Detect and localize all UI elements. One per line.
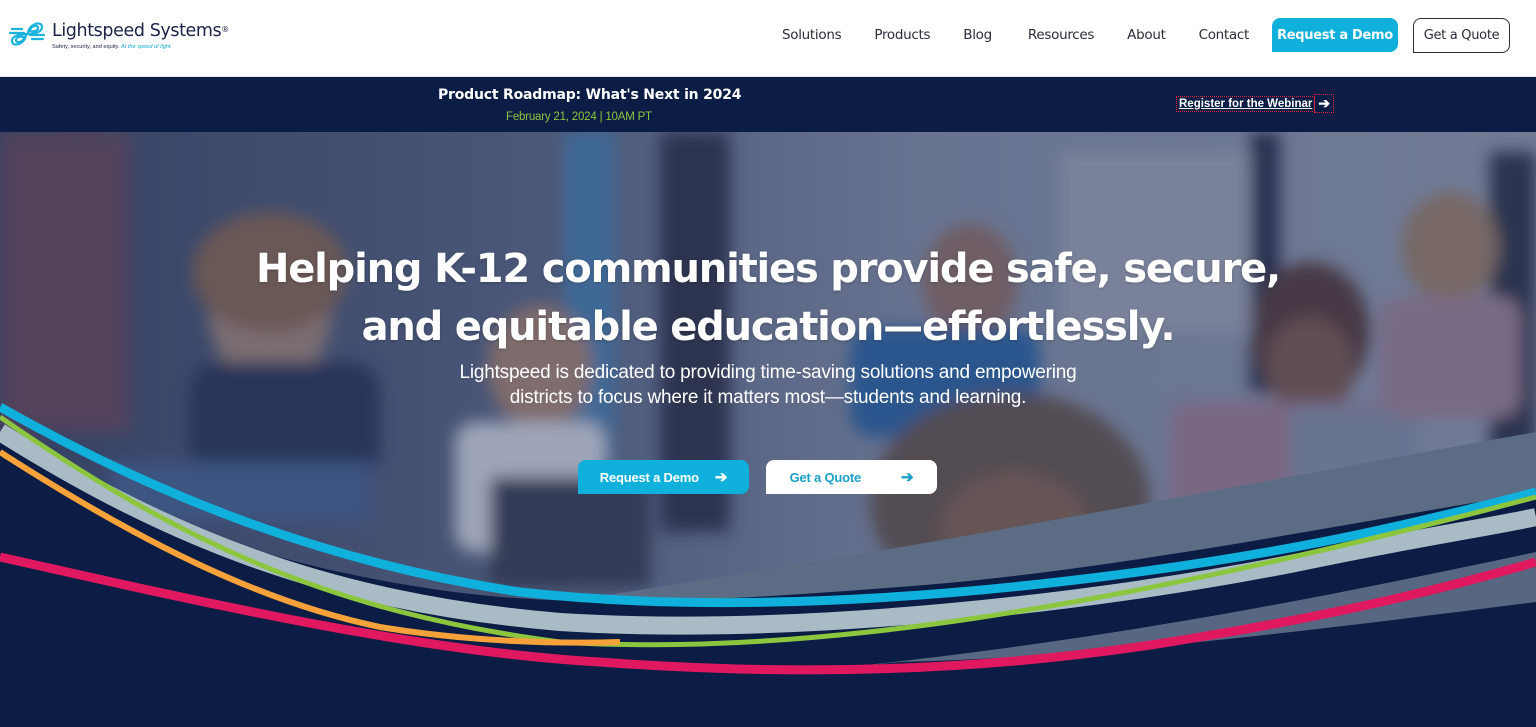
webinar-announcement-bar: Product Roadmap: What's Next in 2024 Feb… [0, 77, 1536, 132]
hero-title-line-1: Helping K-12 communities provide safe, s… [255, 246, 1281, 292]
main-nav: Solutions Products Blog Resources About … [760, 0, 1249, 70]
register-webinar[interactable]: Register for the Webinar ➔ [1175, 94, 1335, 113]
hero-request-demo-button[interactable]: Request a Demo ➔ [578, 460, 749, 494]
webinar-title: Product Roadmap: What's Next in 2024 [438, 87, 742, 103]
register-webinar-link[interactable]: Register for the Webinar [1175, 95, 1316, 112]
webinar-date: February 21, 2024 | 10AM PT [506, 111, 652, 123]
arrow-right-icon: ➔ [901, 469, 914, 486]
header-request-demo-button[interactable]: Request a Demo [1272, 18, 1398, 52]
nav-item-resources[interactable]: Resources [1028, 27, 1095, 43]
logo[interactable]: Lightspeed Systems® Safety, security, an… [8, 14, 229, 54]
hero-subtitle-line-2: districts to focus where it matters most… [509, 387, 1027, 408]
nav-item-blog[interactable]: Blog [963, 27, 992, 43]
header-get-quote-button[interactable]: Get a Quote [1413, 18, 1510, 53]
decorative-waves [0, 403, 1536, 727]
arrow-right-icon: ➔ [714, 469, 728, 486]
arrow-right-icon[interactable]: ➔ [1314, 94, 1335, 113]
hero-subtitle: Lightspeed is dedicated to providing tim… [0, 360, 1536, 410]
hero-get-quote-label: Get a Quote [789, 469, 862, 485]
registered-mark: ® [221, 24, 229, 34]
nav-item-solutions[interactable]: Solutions [782, 27, 842, 43]
site-header: Lightspeed Systems® Safety, security, an… [0, 0, 1536, 77]
hero-get-quote-button[interactable]: Get a Quote ➔ [766, 460, 937, 494]
hero-request-demo-label: Request a Demo [599, 469, 699, 485]
lightspeed-logo-icon [8, 22, 46, 46]
hero-subtitle-line-1: Lightspeed is dedicated to providing tim… [459, 362, 1077, 383]
nav-item-about[interactable]: About [1127, 27, 1166, 43]
hero-title: Helping K-12 communities provide safe, s… [0, 240, 1536, 356]
tagline-main: Safety, security, and equity. [52, 43, 120, 50]
tagline-accent: At the speed of light. [121, 43, 173, 50]
logo-name: Lightspeed Systems® [52, 21, 229, 41]
brand-name: Lightspeed Systems [52, 20, 222, 41]
nav-item-products[interactable]: Products [874, 27, 930, 43]
hero-title-line-2: and equitable education—effortlessly. [361, 304, 1176, 350]
hero-section: Helping K-12 communities provide safe, s… [0, 132, 1536, 727]
logo-tagline: Safety, security, and equity. At the spe… [52, 44, 229, 50]
nav-item-contact[interactable]: Contact [1199, 27, 1250, 43]
